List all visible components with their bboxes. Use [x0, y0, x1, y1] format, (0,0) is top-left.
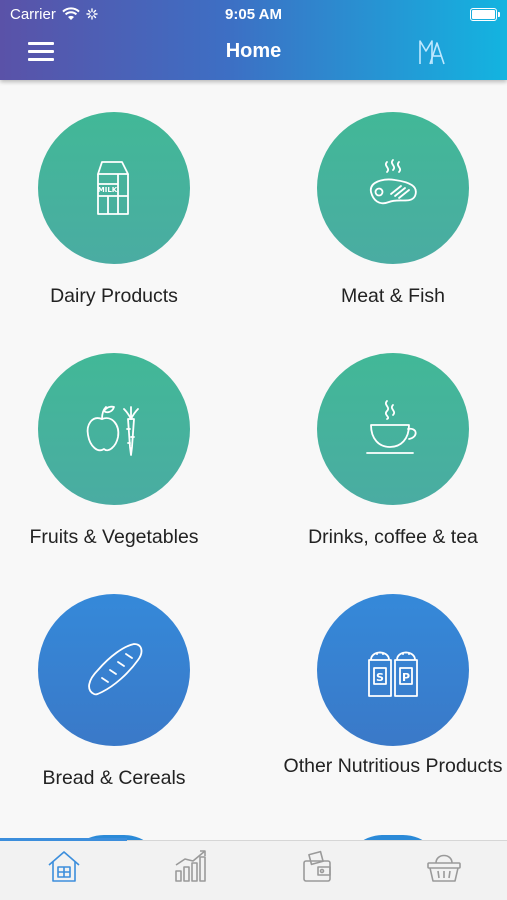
active-tab-indicator	[0, 838, 127, 841]
category-label: Dairy Products	[50, 285, 178, 307]
bar-chart-icon[interactable]	[171, 847, 211, 887]
status-time: 9:05 AM	[225, 5, 282, 23]
milk-carton-icon: MILK	[97, 161, 129, 215]
category-circle	[317, 112, 469, 264]
category-bread-cereals[interactable]: Bread & Cereals	[0, 594, 254, 794]
bread-icon	[88, 643, 143, 696]
category-label: Bread & Cereals	[42, 767, 186, 789]
wallet-icon[interactable]	[298, 847, 338, 887]
category-dairy-products[interactable]: MILK Dairy Products	[0, 112, 254, 312]
coffee-cup-icon	[366, 400, 417, 454]
apple-carrot-icon	[86, 405, 139, 456]
top-navigation-bar: Carrier 9:05 AM Home	[0, 0, 507, 80]
category-drinks-coffee-tea[interactable]: Drinks, coffee & tea	[279, 353, 507, 553]
status-bar: Carrier 9:05 AM	[0, 0, 507, 28]
category-fruits-vegetables[interactable]: Fruits & Vegetables	[0, 353, 254, 553]
category-circle: MILK	[38, 112, 190, 264]
category-circle	[38, 594, 190, 746]
category-label: Fruits & Vegetables	[29, 526, 199, 548]
bottom-tab-bar	[0, 838, 507, 900]
category-circle	[38, 353, 190, 505]
battery-icon	[470, 8, 500, 21]
svg-text:P: P	[402, 671, 410, 684]
salt-pepper-icon: S P	[368, 651, 418, 697]
house-icon[interactable]	[44, 847, 84, 887]
category-label: Meat & Fish	[340, 285, 446, 307]
svg-text:MILK: MILK	[98, 186, 118, 194]
app-logo-icon[interactable]	[417, 37, 447, 67]
category-label: Other Nutritious Products	[283, 755, 503, 777]
category-circle: S P	[317, 594, 469, 746]
category-circle	[317, 353, 469, 505]
basket-icon[interactable]	[424, 847, 464, 887]
category-meat-fish[interactable]: Meat & Fish	[279, 112, 507, 312]
svg-text:S: S	[376, 671, 384, 684]
category-other-nutritious-products[interactable]: S P Other Nutritious Products	[279, 594, 507, 794]
category-label: Drinks, coffee & tea	[308, 526, 478, 548]
steak-icon	[370, 159, 417, 205]
